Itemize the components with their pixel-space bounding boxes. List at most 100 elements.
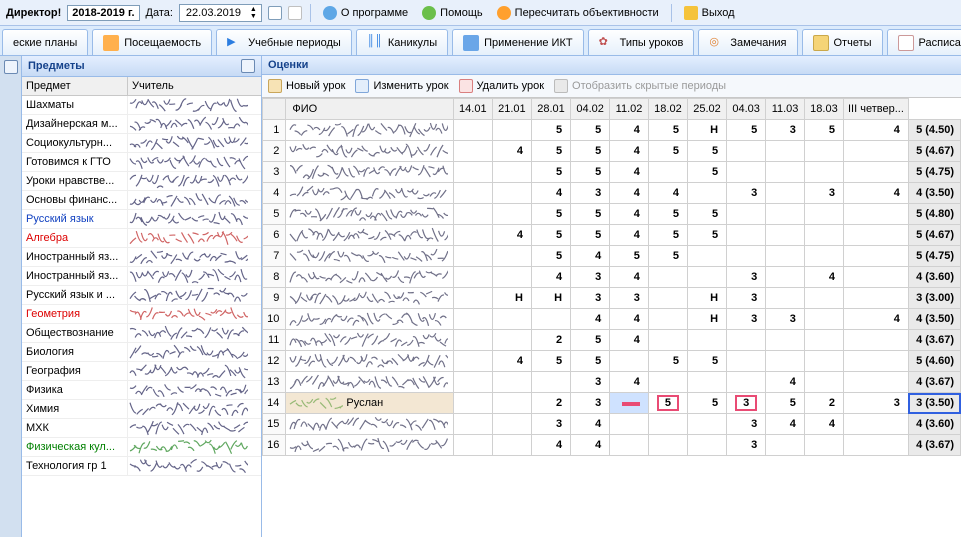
grade-cell[interactable]: 3 (766, 120, 805, 141)
tab-lesson-types[interactable]: ✿Типы уроков (588, 29, 695, 55)
grade-cell[interactable] (804, 225, 843, 246)
grade-cell[interactable]: 2 (531, 393, 570, 414)
grade-cell[interactable] (648, 372, 687, 393)
grade-cell[interactable] (804, 204, 843, 225)
grade-cell[interactable] (453, 162, 492, 183)
subject-row[interactable]: Социокультурн... (22, 134, 261, 153)
grade-cell[interactable] (727, 330, 766, 351)
subject-row[interactable]: Иностранный яз... (22, 248, 261, 267)
grade-cell[interactable] (492, 120, 531, 141)
grade-cell[interactable] (492, 393, 531, 414)
grade-cell[interactable] (610, 435, 649, 456)
grade-cell[interactable] (766, 435, 805, 456)
grade-cell[interactable]: 3 (766, 309, 805, 330)
final-grade[interactable]: 3 (3.50) (908, 393, 960, 414)
grade-cell[interactable]: 4 (610, 267, 649, 288)
subject-row[interactable]: МХК (22, 419, 261, 438)
grade-cell[interactable] (492, 330, 531, 351)
tab-remarks[interactable]: ◎Замечания (698, 29, 797, 55)
grade-cell[interactable]: 2 (531, 330, 570, 351)
grade-cell[interactable] (648, 435, 687, 456)
subject-row[interactable]: Обществознание (22, 324, 261, 343)
grade-cell[interactable]: 3 (727, 309, 766, 330)
grade-cell[interactable] (844, 246, 909, 267)
recalc-button[interactable]: Пересчитать объективности (493, 4, 663, 22)
grade-cell[interactable] (804, 435, 843, 456)
grade-cell[interactable] (648, 330, 687, 351)
grade-cell[interactable] (727, 162, 766, 183)
grade-cell[interactable]: 4 (610, 309, 649, 330)
grade-cell[interactable] (844, 288, 909, 309)
grade-cell[interactable]: 5 (648, 225, 687, 246)
grade-cell[interactable] (453, 393, 492, 414)
grade-cell[interactable] (453, 309, 492, 330)
grade-cell[interactable]: 5 (571, 330, 610, 351)
grade-cell[interactable]: 3 (571, 393, 610, 414)
grade-cell[interactable] (687, 330, 726, 351)
grade-cell[interactable]: 4 (766, 414, 805, 435)
delete-lesson-button[interactable]: Удалить урок (459, 79, 544, 93)
table-row[interactable]: 8434344 (3.60) (263, 267, 961, 288)
grade-cell[interactable] (453, 267, 492, 288)
grade-cell[interactable] (492, 204, 531, 225)
grade-cell[interactable]: 5 (571, 120, 610, 141)
tab-attendance[interactable]: Посещаемость (92, 29, 212, 55)
grade-cell[interactable] (610, 351, 649, 372)
grade-cell[interactable] (610, 393, 649, 414)
final-grade[interactable]: 4 (3.67) (908, 372, 960, 393)
grade-cell[interactable]: 4 (571, 246, 610, 267)
grade-cell[interactable] (804, 351, 843, 372)
grades-grid-wrap[interactable]: ФИО14.0121.0128.0104.0211.0218.0225.0204… (262, 98, 961, 537)
grade-cell[interactable] (453, 288, 492, 309)
grade-cell[interactable] (492, 246, 531, 267)
final-grade[interactable]: 5 (4.67) (908, 225, 960, 246)
subject-row[interactable]: Иностранный яз... (22, 267, 261, 286)
grade-cell[interactable] (766, 288, 805, 309)
grade-cell[interactable]: Н (687, 288, 726, 309)
subject-row[interactable]: Биология (22, 343, 261, 362)
grade-cell[interactable]: 4 (610, 330, 649, 351)
grade-cell[interactable] (492, 183, 531, 204)
grade-cell[interactable]: 4 (492, 225, 531, 246)
table-row[interactable]: 24554555 (4.67) (263, 141, 961, 162)
grade-cell[interactable] (492, 162, 531, 183)
grade-cell[interactable]: 4 (648, 183, 687, 204)
tab-schedule[interactable]: Расписание (887, 29, 961, 55)
subject-row[interactable]: Уроки нравстве... (22, 172, 261, 191)
grade-cell[interactable]: 5 (804, 120, 843, 141)
grade-cell[interactable] (687, 183, 726, 204)
grade-cell[interactable]: 4 (610, 204, 649, 225)
grade-cell[interactable]: 5 (687, 141, 726, 162)
grade-cell[interactable] (844, 225, 909, 246)
grade-cell[interactable] (844, 141, 909, 162)
help-button[interactable]: Помощь (418, 4, 487, 22)
grade-cell[interactable]: 5 (687, 162, 726, 183)
grade-cell[interactable]: 4 (571, 435, 610, 456)
grade-cell[interactable] (804, 372, 843, 393)
table-row[interactable]: 133444 (3.67) (263, 372, 961, 393)
table-row[interactable]: 15545Н53545 (4.50) (263, 120, 961, 141)
final-grade[interactable]: 5 (4.50) (908, 120, 960, 141)
table-row[interactable]: 64554555 (4.67) (263, 225, 961, 246)
subject-row[interactable]: Русский язык и ... (22, 286, 261, 305)
date-field[interactable]: ▲ ▼ (179, 4, 262, 22)
grade-cell[interactable] (492, 414, 531, 435)
grade-cell[interactable]: 3 (727, 267, 766, 288)
grade-cell[interactable]: 3 (531, 414, 570, 435)
subject-row[interactable]: Технология гр 1 (22, 457, 261, 476)
grade-cell[interactable]: 4 (844, 120, 909, 141)
grade-cell[interactable] (804, 330, 843, 351)
subject-row[interactable]: Химия (22, 400, 261, 419)
table-row[interactable]: 112544 (3.67) (263, 330, 961, 351)
subject-row[interactable]: Дизайнерская м... (22, 115, 261, 134)
date-spin-up-icon[interactable]: ▲ (250, 6, 257, 13)
grade-cell[interactable] (453, 372, 492, 393)
table-row[interactable]: 9НН33Н33 (3.00) (263, 288, 961, 309)
col-teacher[interactable]: Учитель (128, 77, 261, 95)
final-grade[interactable]: 4 (3.50) (908, 183, 960, 204)
grade-cell[interactable]: 5 (531, 225, 570, 246)
table-row[interactable]: 443443344 (3.50) (263, 183, 961, 204)
grade-cell[interactable]: 4 (804, 267, 843, 288)
final-grade[interactable]: 4 (3.60) (908, 267, 960, 288)
grade-cell[interactable]: 3 (727, 393, 766, 414)
